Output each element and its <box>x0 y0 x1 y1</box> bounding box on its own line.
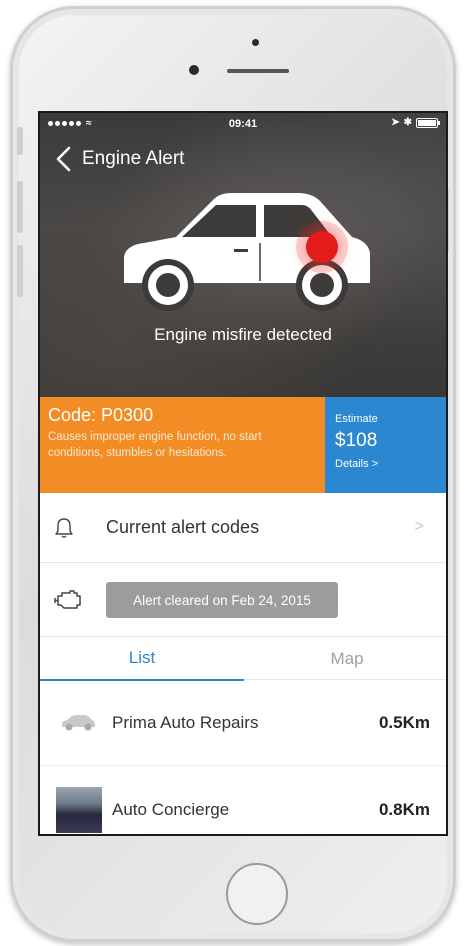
engine-status-row: Alert cleared on Feb 24, 2015 <box>40 564 446 636</box>
chevron-right-icon: > <box>414 518 424 535</box>
shop-distance: 0.5Km <box>378 712 430 732</box>
tab-map[interactable]: Map <box>244 637 446 681</box>
shop-name: Auto Concierge <box>112 800 230 819</box>
volume-down-button <box>17 245 23 297</box>
app-screen: ≈ 09:41 ➤ ✱ Engine Alert Engine misfire … <box>38 111 448 836</box>
status-time: 09:41 <box>228 118 258 130</box>
alert-caption: Engine misfire detected <box>154 325 332 344</box>
location-icon: ➤ <box>391 117 400 128</box>
bluetooth-icon: ✱ <box>403 117 412 128</box>
bell-icon <box>55 517 73 538</box>
details-link[interactable]: Details > <box>335 458 446 470</box>
shop-distance: 0.8Km <box>378 800 430 819</box>
hero-banner: ≈ 09:41 ➤ ✱ Engine Alert Engine misfire … <box>40 113 446 397</box>
home-button[interactable] <box>226 863 288 925</box>
current-alert-codes-label: Current alert codes <box>106 517 260 537</box>
tab-list[interactable]: List <box>40 637 244 681</box>
error-code-title: Code: P0300 <box>48 405 154 425</box>
earpiece-speaker <box>227 69 289 73</box>
status-icons: ➤ ✱ <box>391 117 440 128</box>
estimate-value: $108 <box>335 430 378 451</box>
engine-alert-marker <box>306 231 338 263</box>
nav-bar: Engine Alert <box>54 145 184 173</box>
volume-up-button <box>17 181 23 233</box>
front-camera <box>189 65 199 75</box>
current-alert-codes-row[interactable]: Current alert codes > <box>40 493 446 563</box>
proximity-sensor <box>252 39 259 46</box>
mute-switch <box>17 127 23 155</box>
page-title: Engine Alert <box>82 148 185 169</box>
car-outline-icon <box>62 715 95 731</box>
status-bar: ≈ 09:41 ➤ ✱ <box>40 113 446 135</box>
error-code-panel[interactable]: Code: P0300 Causes improper engine funct… <box>40 397 325 493</box>
back-chevron-icon[interactable] <box>54 145 74 173</box>
engine-icon <box>54 590 81 609</box>
view-tabs: List Map <box>40 636 446 681</box>
estimate-label: Estimate <box>335 413 378 425</box>
battery-icon <box>416 117 440 128</box>
shop-name: Prima Auto Repairs <box>112 712 259 732</box>
alert-cleared-badge: Alert cleared on Feb 24, 2015 <box>106 582 338 618</box>
shop-photo <box>56 787 102 833</box>
list-item[interactable]: Prima Auto Repairs 0.5Km <box>40 680 446 766</box>
list-item[interactable]: Auto Concierge 0.8Km <box>40 767 446 834</box>
estimate-panel[interactable]: Estimate $108 Details > <box>325 397 446 493</box>
error-code-description: Causes improper engine function, no star… <box>48 431 262 459</box>
